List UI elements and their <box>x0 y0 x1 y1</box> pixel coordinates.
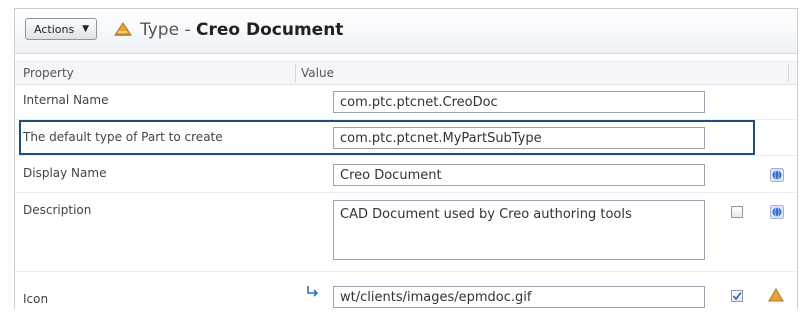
type-icon <box>114 22 132 36</box>
default-part-type-field[interactable] <box>333 127 705 149</box>
checkmark-icon <box>732 292 742 301</box>
actions-menu-button[interactable]: Actions ▼ <box>25 18 97 40</box>
property-row-icon: Icon <box>15 272 797 312</box>
icon-checkbox[interactable] <box>731 290 743 302</box>
icon-preview-icon <box>768 288 784 302</box>
column-divider <box>788 64 789 82</box>
property-row-default-part-type: The default type of Part to create <box>15 120 797 156</box>
actions-button-label: Actions <box>34 23 75 36</box>
column-header-value: Value <box>301 66 334 80</box>
column-header-row: Property Value <box>15 61 797 85</box>
localize-globe-icon[interactable] <box>770 168 784 182</box>
property-row-description: Description CAD Document used by Creo au… <box>15 193 797 272</box>
description-checkbox[interactable] <box>731 206 743 218</box>
chevron-down-icon: ▼ <box>82 24 89 34</box>
property-row-internal-name: Internal Name <box>15 84 797 120</box>
inherited-arrow-icon <box>307 286 319 297</box>
property-label: The default type of Part to create <box>23 130 223 144</box>
column-divider <box>295 64 296 82</box>
property-row-display-name: Display Name <box>15 156 797 193</box>
internal-name-field[interactable] <box>333 91 705 113</box>
property-label: Display Name <box>23 166 107 180</box>
property-label: Internal Name <box>23 93 109 107</box>
property-label: Description <box>23 203 92 217</box>
display-name-field[interactable] <box>333 164 705 186</box>
property-label: Icon <box>23 292 49 306</box>
title-prefix: Type - <box>140 20 196 40</box>
page-title: Type - Creo Document <box>140 20 343 40</box>
title-type-name: Creo Document <box>196 20 344 40</box>
localize-globe-icon[interactable] <box>770 205 784 219</box>
type-details-panel: Actions ▼ Type - Creo Document Property … <box>14 8 798 309</box>
column-header-property: Property <box>23 66 74 80</box>
description-field[interactable]: CAD Document used by Creo authoring tool… <box>333 200 705 260</box>
panel-header: Actions ▼ Type - Creo Document <box>15 9 797 54</box>
icon-path-field[interactable] <box>333 286 705 308</box>
